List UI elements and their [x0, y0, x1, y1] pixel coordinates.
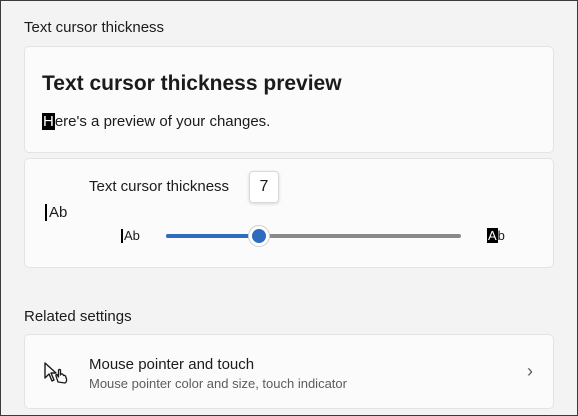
- thick-cursor-rest: b: [497, 228, 505, 243]
- preview-text: Here's a preview of your changes.: [42, 113, 270, 130]
- slider-track[interactable]: [166, 234, 461, 238]
- item-subtitle: Mouse pointer color and size, touch indi…: [89, 376, 347, 391]
- slider-track-fill: [166, 234, 259, 238]
- mouse-pointer-touch-icon: [44, 362, 68, 384]
- slider-value-tooltip: 7: [249, 171, 279, 203]
- thick-cursor-highlight: A: [487, 228, 498, 243]
- text-cursor-ab-icon: Ab: [45, 204, 67, 221]
- mouse-pointer-touch-item[interactable]: Mouse pointer and touch Mouse pointer co…: [24, 334, 554, 409]
- thick-cursor-ab-icon: Ab: [487, 228, 505, 243]
- preview-heading: Text cursor thickness preview: [42, 72, 342, 95]
- slider-label: Text cursor thickness: [89, 178, 230, 195]
- settings-window: Text cursor thickness Text cursor thickn…: [0, 0, 578, 416]
- related-settings-title: Related settings: [24, 308, 132, 325]
- section-title: Text cursor thickness: [24, 19, 165, 36]
- slider-thumb[interactable]: [248, 225, 270, 247]
- preview-card: Text cursor thickness preview Here's a p…: [24, 46, 554, 153]
- thin-cursor-ab-icon: Ab: [121, 229, 140, 243]
- item-title: Mouse pointer and touch: [89, 356, 255, 373]
- slider-card: Ab Text cursor thickness 7 Ab Ab: [24, 158, 554, 268]
- text-cursor: H: [42, 113, 55, 130]
- preview-text-rest: ere's a preview of your changes.: [54, 113, 271, 130]
- chevron-right-icon: ›: [527, 361, 533, 381]
